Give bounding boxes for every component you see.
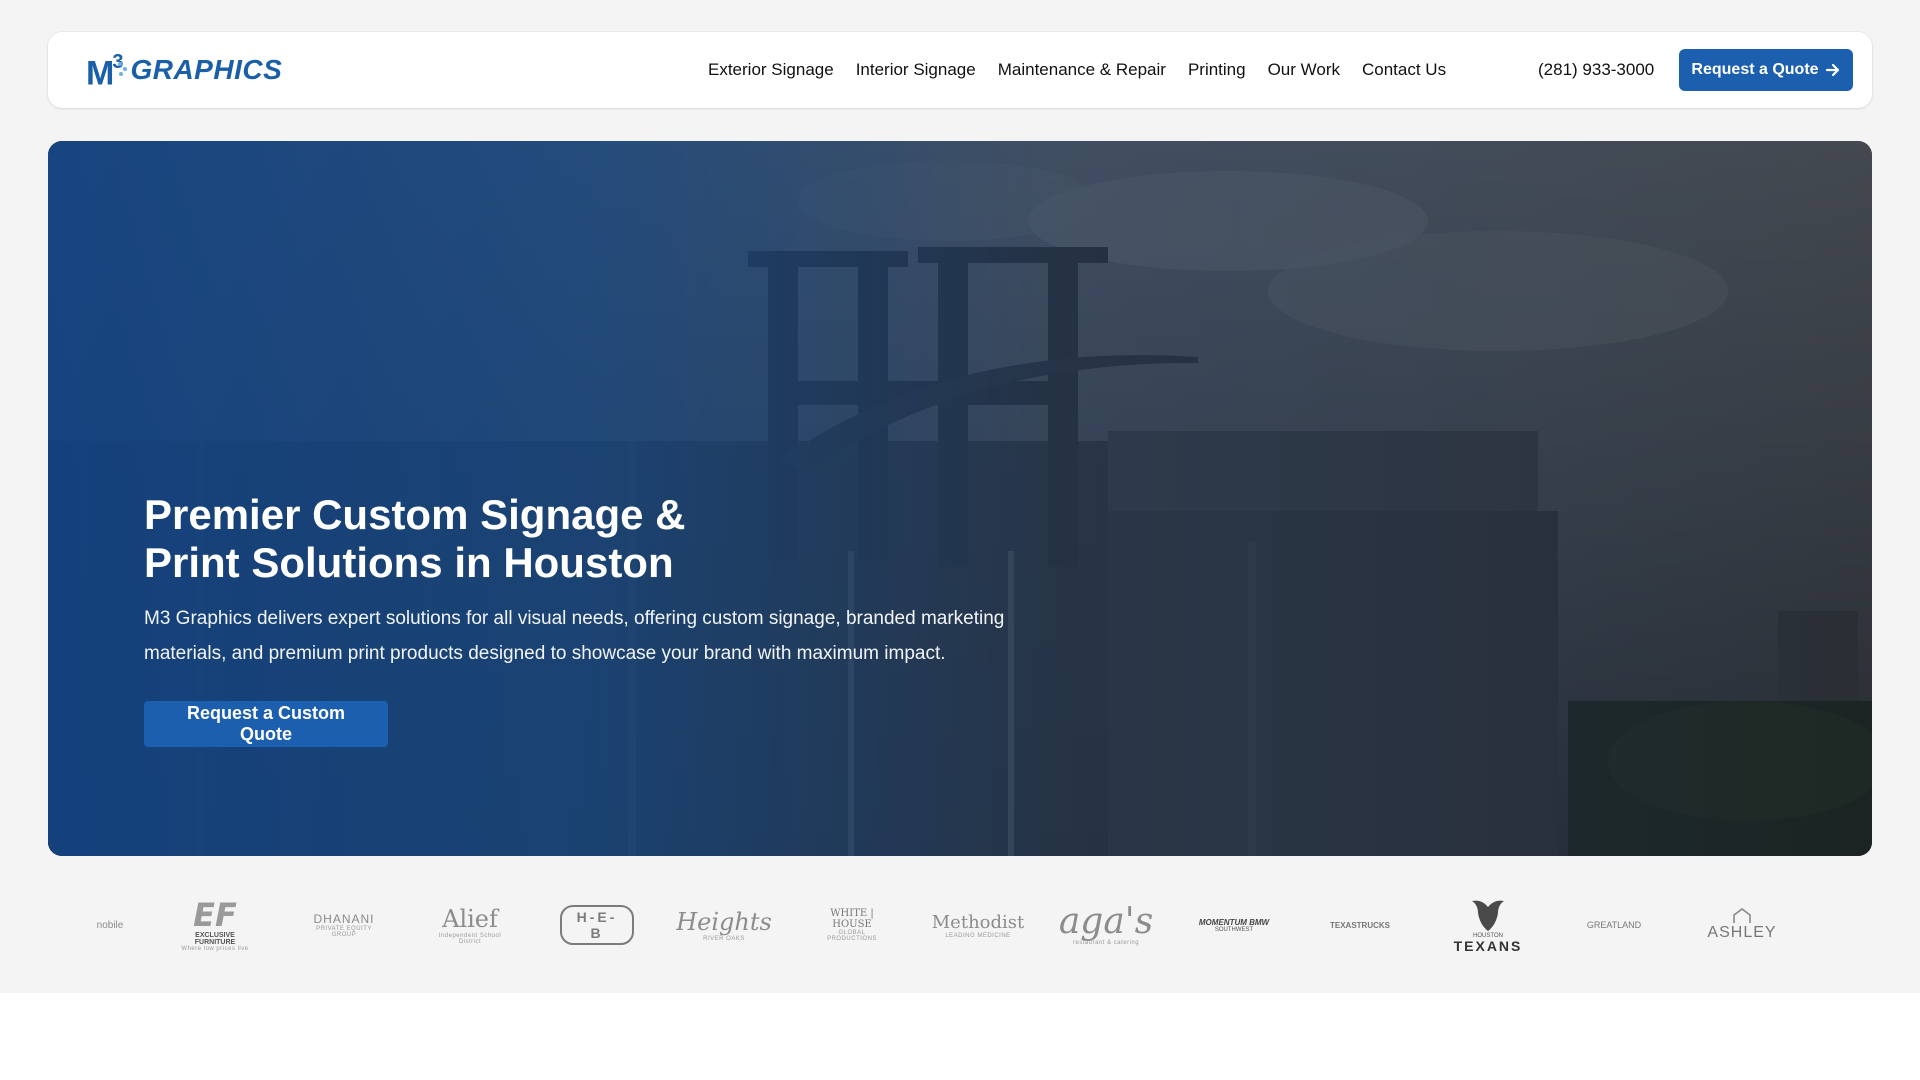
- client-logo-exclusive-furniture: EF EXCLUSIVE FURNITURE Where low prices …: [181, 896, 249, 952]
- client-logo-agas: aga's restaurant & catering: [1058, 901, 1154, 947]
- hero-title: Premier Custom Signage & Print Solutions…: [144, 491, 686, 586]
- nav-interior-signage[interactable]: Interior Signage: [856, 60, 976, 80]
- nav-exterior-signage[interactable]: Exterior Signage: [708, 60, 834, 80]
- hero-description: M3 Graphics delivers expert solutions fo…: [144, 608, 1005, 664]
- client-logo-ashley: ASHLEY: [1704, 880, 1780, 970]
- client-logo-momentum-bmw: MOMENTUM BMW SOUTHWEST: [1198, 917, 1270, 933]
- house-roof-icon: [1733, 908, 1751, 923]
- hero-content: Premier Custom Signage & Print Solutions…: [144, 491, 1044, 747]
- hero-section: Premier Custom Signage & Print Solutions…: [48, 141, 1872, 856]
- logo-dots-icon: [118, 60, 128, 80]
- client-logo-nobile: nobile: [96, 919, 124, 931]
- arrow-right-icon: [1825, 63, 1839, 77]
- client-logo-texas-trucks: TEXASTRUCKS: [1329, 920, 1390, 930]
- client-logo-alief: Alief Independent School District: [438, 905, 502, 945]
- client-logo-greatland: GREATLAND: [1586, 920, 1642, 930]
- client-logo-methodist: Methodist LEADING MEDICINE: [931, 911, 1025, 939]
- site-header: M3 GRAPHICS Exterior Signage Interior Si…: [48, 32, 1872, 108]
- request-custom-quote-button[interactable]: Request a Custom Quote: [144, 701, 388, 747]
- logo-mark: M3: [86, 51, 123, 93]
- request-quote-button[interactable]: Request a Quote: [1679, 49, 1853, 91]
- client-logo-houston-texans: HOUSTON TEXANS: [1448, 880, 1528, 970]
- nav-printing[interactable]: Printing: [1188, 60, 1246, 80]
- bull-head-icon: [1472, 900, 1504, 931]
- request-quote-label: Request a Quote: [1691, 61, 1819, 78]
- client-logo-heb: H-E-B: [560, 880, 634, 970]
- nav-our-work[interactable]: Our Work: [1268, 60, 1340, 80]
- client-logo-heights: Heights RIVER OAKS: [676, 908, 772, 942]
- client-logos-strip: nobile EF EXCLUSIVE FURNITURE Where low …: [0, 880, 1920, 970]
- phone-link[interactable]: (281) 933-3000: [1538, 32, 1654, 108]
- client-logo-dhanani: DHANANI PRIVATE EQUITY GROUP: [313, 912, 375, 938]
- nav-contact-us[interactable]: Contact Us: [1362, 60, 1446, 80]
- main-nav: Exterior Signage Interior Signage Mainte…: [708, 32, 1446, 108]
- client-logo-white-house: WHITE | HOUSE GLOBAL PRODUCTIONS: [827, 908, 877, 942]
- nav-maintenance-repair[interactable]: Maintenance & Repair: [998, 60, 1166, 80]
- site-logo[interactable]: M3 GRAPHICS: [86, 51, 283, 91]
- logo-text: GRAPHICS: [130, 54, 283, 85]
